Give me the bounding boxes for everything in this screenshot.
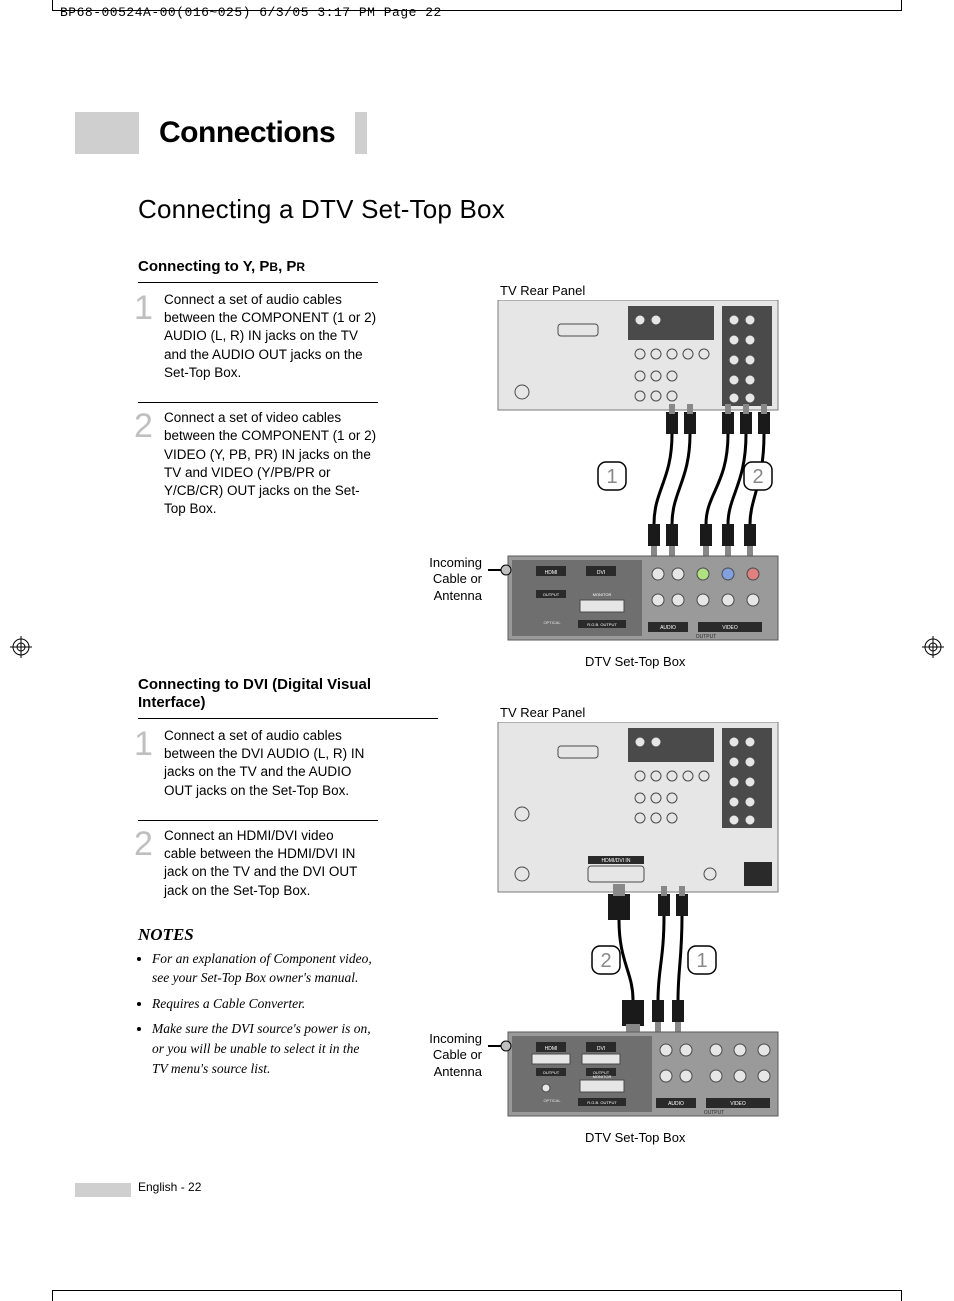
step-number-icon: 2: [134, 409, 164, 443]
section-title: Connections: [139, 112, 355, 154]
divider: [138, 820, 378, 821]
registration-mark-right-icon: [922, 636, 944, 658]
step-text: Connect a set of video cables between th…: [164, 409, 378, 518]
label-stb-1: DTV Set-Top Box: [585, 655, 685, 668]
section-chip-leading: [75, 112, 139, 154]
svg-text:VIDEO: VIDEO: [730, 1101, 746, 1107]
page-title: Connecting a DTV Set-Top Box: [138, 196, 505, 222]
svg-text:OPTICAL: OPTICAL: [543, 1098, 561, 1103]
step-number-icon: 1: [134, 727, 164, 761]
svg-text:OPTICAL: OPTICAL: [543, 620, 561, 625]
subhead-sub-r: R: [296, 260, 305, 274]
step-1: 1 Connect a set of audio cables between …: [138, 291, 378, 382]
svg-text:OUTPUT: OUTPUT: [704, 1110, 725, 1116]
svg-text:1: 1: [696, 950, 707, 972]
subhead-text: Connecting to Y, P: [138, 258, 269, 275]
svg-text:OUTPUT: OUTPUT: [543, 1070, 560, 1075]
label-incoming-2: Incoming Cable or Antenna: [416, 1031, 482, 1080]
subhead-component: Connecting to Y, PB, PR: [138, 258, 378, 283]
svg-text:OUTPUT: OUTPUT: [543, 592, 560, 597]
block-dvi: Connecting to DVI (Digital Visual Interf…: [138, 676, 438, 1084]
svg-text:R.G.B. OUTPUT: R.G.B. OUTPUT: [587, 1100, 617, 1105]
diagram-component: 1 2 HDMI DVI OUTPUT: [488, 300, 788, 650]
step-text: Connect a set of audio cables between th…: [164, 291, 378, 382]
step-text: Connect an HDMI/DVI video cable between …: [164, 827, 368, 900]
note-item: Make sure the DVI source's power is on, …: [152, 1019, 372, 1078]
callout-one: 1: [606, 466, 617, 488]
svg-text:MONITOR: MONITOR: [593, 1074, 612, 1079]
label-tv-rear-2: TV Rear Panel: [500, 706, 585, 719]
section-heading: Connections: [75, 112, 367, 154]
svg-text:HDMI: HDMI: [545, 570, 558, 576]
callout-two: 2: [752, 466, 763, 488]
note-item: Requires a Cable Converter.: [152, 994, 372, 1014]
page-footer: English - 22: [138, 1181, 201, 1193]
footer-chip: [75, 1183, 131, 1197]
svg-text:AUDIO: AUDIO: [660, 625, 676, 631]
svg-text:MONITOR: MONITOR: [593, 592, 612, 597]
step-2: 2 Connect a set of video cables between …: [138, 409, 378, 518]
svg-text:HDMI: HDMI: [545, 1046, 558, 1052]
svg-text:R.G.B. OUTPUT: R.G.B. OUTPUT: [587, 622, 617, 627]
subhead-text-2: , P: [278, 258, 296, 275]
page: BP68-00524A-00(016~025) 6/3/05 3:17 PM P…: [0, 0, 954, 1301]
label-incoming-1: Incoming Cable or Antenna: [416, 555, 482, 604]
notes-list: For an explanation of Component video, s…: [138, 949, 372, 1078]
step-number-icon: 1: [134, 291, 164, 325]
subhead-sub-b: B: [269, 260, 278, 274]
print-header: BP68-00524A-00(016~025) 6/3/05 3:17 PM P…: [60, 6, 442, 19]
crop-mark-bottom: [52, 1290, 902, 1301]
svg-text:HDMI/DVI IN: HDMI/DVI IN: [602, 858, 631, 864]
note-item: For an explanation of Component video, s…: [152, 949, 372, 988]
step-1: 1 Connect a set of audio cables between …: [138, 727, 368, 800]
notes-heading: NOTES: [138, 926, 438, 943]
svg-text:OUTPUT: OUTPUT: [696, 634, 717, 640]
subhead-dvi: Connecting to DVI (Digital Visual Interf…: [138, 676, 438, 719]
svg-text:DVI: DVI: [597, 1046, 605, 1052]
svg-text:DVI: DVI: [597, 570, 605, 576]
step-number-icon: 2: [134, 827, 164, 861]
step-2: 2 Connect an HDMI/DVI video cable betwee…: [138, 827, 368, 900]
section-chip-trailing: [355, 112, 367, 154]
diagram-dvi: HDMI/DVI IN 2 1 H: [488, 722, 788, 1126]
label-tv-rear-1: TV Rear Panel: [500, 284, 585, 297]
divider: [138, 402, 378, 403]
label-stb-2: DTV Set-Top Box: [585, 1131, 685, 1144]
svg-text:2: 2: [600, 950, 611, 972]
svg-text:AUDIO: AUDIO: [668, 1101, 684, 1107]
registration-mark-left-icon: [10, 636, 32, 658]
svg-text:VIDEO: VIDEO: [722, 625, 738, 631]
block-component: Connecting to Y, PB, PR 1 Connect a set …: [138, 258, 378, 518]
step-text: Connect a set of audio cables between th…: [164, 727, 368, 800]
